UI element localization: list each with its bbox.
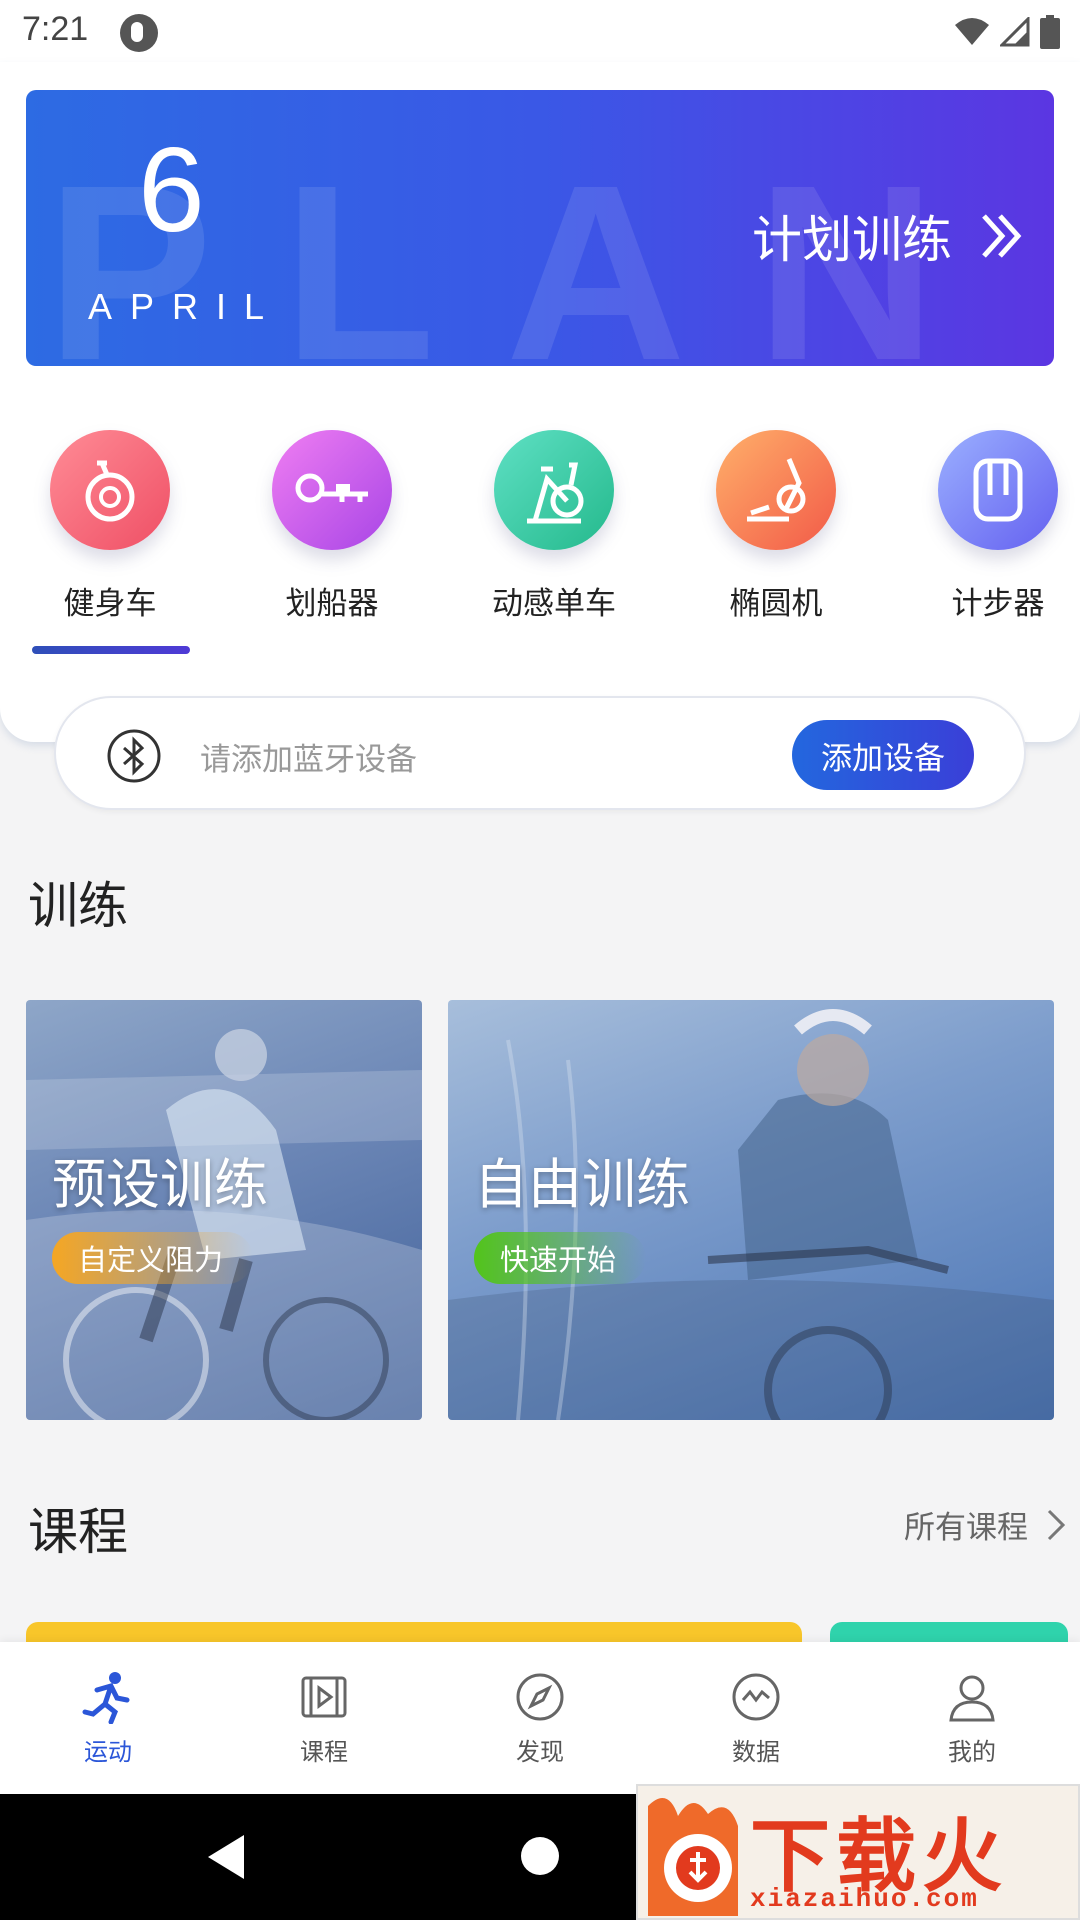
device-circle xyxy=(494,430,614,550)
rowing-machine-icon xyxy=(295,473,368,503)
status-time: 7:21 xyxy=(22,10,89,48)
preset-training-title: 预设训练 xyxy=(52,1153,268,1216)
double-chevron-right-icon xyxy=(982,214,1022,258)
pedometer-icon xyxy=(973,458,1023,522)
device-label: 计步器 xyxy=(951,586,1045,622)
plan-training-link[interactable]: 计划训练 xyxy=(752,200,1024,272)
nav-label: 运动 xyxy=(84,1738,132,1766)
nav-item-sport[interactable]: 运动 xyxy=(0,1642,216,1794)
nav-item-data[interactable]: 数据 xyxy=(648,1642,864,1794)
device-circle xyxy=(716,430,836,550)
spin-bike-icon xyxy=(527,462,584,524)
bluetooth-placeholder: 请添加蓝牙设备 xyxy=(200,742,417,778)
bottom-nav: 运动 课程 发现 数据 我的 xyxy=(0,1642,1080,1794)
nav-label: 数据 xyxy=(732,1738,780,1766)
device-label: 健身车 xyxy=(63,586,157,622)
device-item-exercise-bike[interactable]: 健身车 xyxy=(30,430,190,623)
device-selected-indicator xyxy=(32,646,190,654)
nav-item-discover[interactable]: 发现 xyxy=(432,1642,648,1794)
device-selector: 健身车 划船器 动感单车 椭圆机 计步器 xyxy=(0,430,1080,630)
training-title: 训练 xyxy=(28,877,128,935)
plan-month: APRIL xyxy=(88,286,283,327)
device-item-elliptical[interactable]: 椭圆机 xyxy=(696,430,856,623)
back-icon[interactable] xyxy=(204,1832,248,1882)
free-training-title: 自由训练 xyxy=(474,1153,690,1216)
all-courses-label: 所有课程 xyxy=(904,1510,1028,1546)
video-course-icon xyxy=(301,1676,347,1718)
bluetooth-card: 请添加蓝牙设备 添加设备 xyxy=(54,696,1026,810)
free-training-tag: 快速开始 xyxy=(474,1232,647,1284)
device-item-pedometer[interactable]: 计步器 xyxy=(918,430,1078,623)
flame-logo-icon xyxy=(648,1798,738,1916)
exercise-bike-icon xyxy=(85,460,135,522)
nav-item-mine[interactable]: 我的 xyxy=(864,1642,1080,1794)
device-circle xyxy=(938,430,1058,550)
data-chart-icon xyxy=(732,1673,780,1721)
battery-icon xyxy=(1040,15,1060,49)
plan-training-label: 计划训练 xyxy=(752,211,952,269)
wifi-icon xyxy=(955,18,989,45)
device-label: 划船器 xyxy=(285,586,379,622)
device-item-rowing-machine[interactable]: 划船器 xyxy=(252,430,412,623)
home-icon[interactable] xyxy=(520,1836,560,1876)
plan-day: 6 xyxy=(138,123,205,257)
add-device-button[interactable]: 添加设备 xyxy=(792,720,974,790)
device-circle xyxy=(50,430,170,550)
free-training-card[interactable]: 自由训练 快速开始 xyxy=(448,1000,1054,1420)
preset-training-tag: 自定义阻力 xyxy=(52,1232,254,1284)
nav-label: 我的 xyxy=(948,1738,996,1766)
nav-item-courses[interactable]: 课程 xyxy=(216,1642,432,1794)
nav-label: 课程 xyxy=(300,1738,348,1766)
nav-label: 发现 xyxy=(516,1738,564,1766)
preset-training-card[interactable]: 预设训练 自定义阻力 xyxy=(26,1000,422,1420)
cellular-signal-icon xyxy=(1000,17,1030,47)
watermark-sub: xiazaihuo.com xyxy=(750,1884,979,1914)
device-label: 动感单车 xyxy=(492,586,616,622)
courses-title: 课程 xyxy=(28,1503,128,1561)
device-circle xyxy=(272,430,392,550)
status-icons xyxy=(954,14,1060,50)
all-courses-link[interactable]: 所有课程 xyxy=(904,1502,1066,1547)
plan-banner[interactable]: PLAN 6 APRIL 计划训练 xyxy=(26,90,1054,366)
app-notification-icon xyxy=(120,14,158,52)
device-item-spin-bike[interactable]: 动感单车 xyxy=(474,430,634,623)
bluetooth-icon xyxy=(107,729,161,783)
profile-icon xyxy=(949,1675,995,1722)
device-label: 椭圆机 xyxy=(729,586,823,622)
compass-icon xyxy=(516,1673,564,1721)
status-bar: 7:21 xyxy=(0,0,1080,62)
chevron-right-icon xyxy=(1047,1509,1066,1540)
elliptical-icon xyxy=(747,458,806,522)
running-icon xyxy=(82,1672,130,1724)
watermark-logo: 下载火 xiazaihuo.com xyxy=(636,1784,1080,1920)
